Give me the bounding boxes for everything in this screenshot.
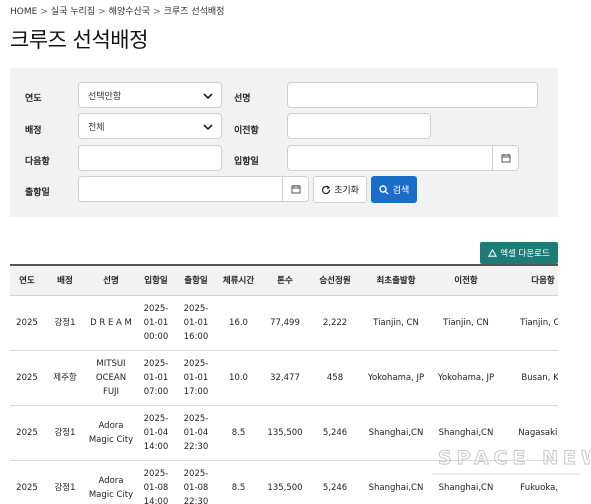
cell-berth: 제주항 xyxy=(44,350,86,406)
cell-departure: 2025-01-04 22:30 xyxy=(176,405,216,461)
cell-origin: Tianjin, CN xyxy=(361,295,431,351)
arrival-date-label: 입항일 xyxy=(234,157,259,167)
reset-button-label: 초기화 xyxy=(334,186,359,196)
col-header-departure: 출항일 xyxy=(176,264,216,296)
departure-date-input[interactable] xyxy=(78,176,309,202)
watermark-logo: SPACE NEWS xyxy=(432,447,590,475)
col-header-stay: 체류시간 xyxy=(216,264,261,296)
cell-capacity: 458 xyxy=(309,350,361,406)
cell-year: 2025 xyxy=(10,460,44,504)
cell-stay: 10.0 xyxy=(216,350,261,406)
arrival-date-input[interactable] xyxy=(287,145,519,171)
cell-year: 2025 xyxy=(10,350,44,406)
breadcrumb-department[interactable]: 해양수산국 xyxy=(109,7,150,17)
breadcrumb-home[interactable]: HOME xyxy=(10,7,37,17)
berth-label: 배정 xyxy=(25,126,42,136)
calendar-icon[interactable] xyxy=(282,177,308,201)
cell-ship: Adora Magic City xyxy=(86,460,136,504)
ship-name-input[interactable] xyxy=(287,82,538,108)
cell-year: 2025 xyxy=(10,295,44,351)
cell-arrival: 2025-01-08 14:00 xyxy=(136,460,176,504)
refresh-icon xyxy=(322,185,331,194)
col-header-origin: 최초출발항 xyxy=(361,264,431,296)
cell-ship: MITSUI OCEAN FUJI xyxy=(86,350,136,406)
year-select[interactable]: 선택안함 xyxy=(78,82,222,108)
next-port-label: 다음항 xyxy=(25,157,50,167)
cell-ship: Adora Magic City xyxy=(86,405,136,461)
year-label: 연도 xyxy=(25,94,42,104)
cell-capacity: 5,246 xyxy=(309,460,361,504)
user-icon xyxy=(488,248,498,257)
cell-tonnage: 32,477 xyxy=(261,350,309,406)
table-header-row: 연도 배정 선명 입항일 출항일 체류시간 톤수 승선정원 최초출발항 이전항 … xyxy=(10,264,558,296)
cell-stay: 8.5 xyxy=(216,405,261,461)
excel-download-label: 엑셀 다운로드 xyxy=(500,249,550,259)
excel-download-button[interactable]: 엑셀 다운로드 xyxy=(480,242,558,264)
col-header-capacity: 승선정원 xyxy=(309,264,361,296)
search-button[interactable]: 검색 xyxy=(371,176,417,203)
cell-stay: 8.5 xyxy=(216,460,261,504)
cell-capacity: 5,246 xyxy=(309,405,361,461)
cell-berth: 강정1 xyxy=(44,460,86,504)
watermark-text: SPACE NEWS xyxy=(438,447,590,469)
breadcrumb-section[interactable]: 실국 누리집 xyxy=(51,7,95,17)
cell-ship: D R E A M xyxy=(86,295,136,351)
col-header-prev-port: 이전항 xyxy=(431,264,501,296)
next-port-input[interactable] xyxy=(78,145,222,171)
chevron-down-icon xyxy=(203,124,213,131)
cell-prev-port: Yokohama, JP xyxy=(431,350,501,406)
cell-departure: 2025-01-08 22:30 xyxy=(176,460,216,504)
berth-select-value: 전체 xyxy=(88,122,105,133)
col-header-berth: 배정 xyxy=(44,264,86,296)
calendar-icon[interactable] xyxy=(492,146,518,170)
cell-year: 2025 xyxy=(10,405,44,461)
col-header-arrival: 입항일 xyxy=(136,264,176,296)
cell-origin: Shanghai,CN xyxy=(361,405,431,461)
cell-tonnage: 135,500 xyxy=(261,405,309,461)
cell-berth: 강정1 xyxy=(44,295,86,351)
table-row[interactable]: 2025 제주항 MITSUI OCEAN FUJI 2025-01-01 07… xyxy=(10,350,558,406)
cell-departure: 2025-01-01 17:00 xyxy=(176,350,216,406)
reset-button[interactable]: 초기화 xyxy=(313,176,367,203)
cell-origin: Shanghai,CN xyxy=(361,460,431,504)
breadcrumb: HOME > 실국 누리집 > 해양수산국 > 크루즈 선석배정 xyxy=(10,4,224,17)
cell-next-port: Tianjin, CN xyxy=(501,295,558,351)
col-header-tonnage: 톤수 xyxy=(261,264,309,296)
prev-port-label: 이전항 xyxy=(234,126,259,136)
breadcrumb-separator: > xyxy=(153,7,161,17)
year-select-value: 선택안함 xyxy=(88,91,122,102)
cell-prev-port: Tianjin, CN xyxy=(431,295,501,351)
departure-date-label: 출항일 xyxy=(25,188,50,198)
cell-tonnage: 77,499 xyxy=(261,295,309,351)
cell-arrival: 2025-01-01 00:00 xyxy=(136,295,176,351)
cell-tonnage: 135,500 xyxy=(261,460,309,504)
cell-berth: 강정1 xyxy=(44,405,86,461)
ship-name-label: 선명 xyxy=(234,94,251,104)
col-header-next-port: 다음항 xyxy=(501,264,558,296)
prev-port-input[interactable] xyxy=(287,113,431,139)
chevron-down-icon xyxy=(203,93,213,100)
col-header-year: 연도 xyxy=(10,264,44,296)
search-button-label: 검색 xyxy=(392,186,410,196)
breadcrumb-current[interactable]: 크루즈 선석배정 xyxy=(164,7,225,17)
cell-arrival: 2025-01-04 14:00 xyxy=(136,405,176,461)
breadcrumb-separator: > xyxy=(98,7,106,17)
cell-capacity: 2,222 xyxy=(309,295,361,351)
cell-next-port: Busan, KR xyxy=(501,350,558,406)
cell-departure: 2025-01-01 16:00 xyxy=(176,295,216,351)
cell-arrival: 2025-01-01 07:00 xyxy=(136,350,176,406)
cell-stay: 16.0 xyxy=(216,295,261,351)
table-row[interactable]: 2025 강정1 D R E A M 2025-01-01 00:00 2025… xyxy=(10,295,558,351)
col-header-ship: 선명 xyxy=(86,264,136,296)
page-title: 크루즈 선석배정 xyxy=(10,28,148,52)
berth-select[interactable]: 전체 xyxy=(78,113,222,139)
cell-origin: Yokohama, JP xyxy=(361,350,431,406)
breadcrumb-separator: > xyxy=(40,7,48,17)
search-icon xyxy=(379,184,389,194)
